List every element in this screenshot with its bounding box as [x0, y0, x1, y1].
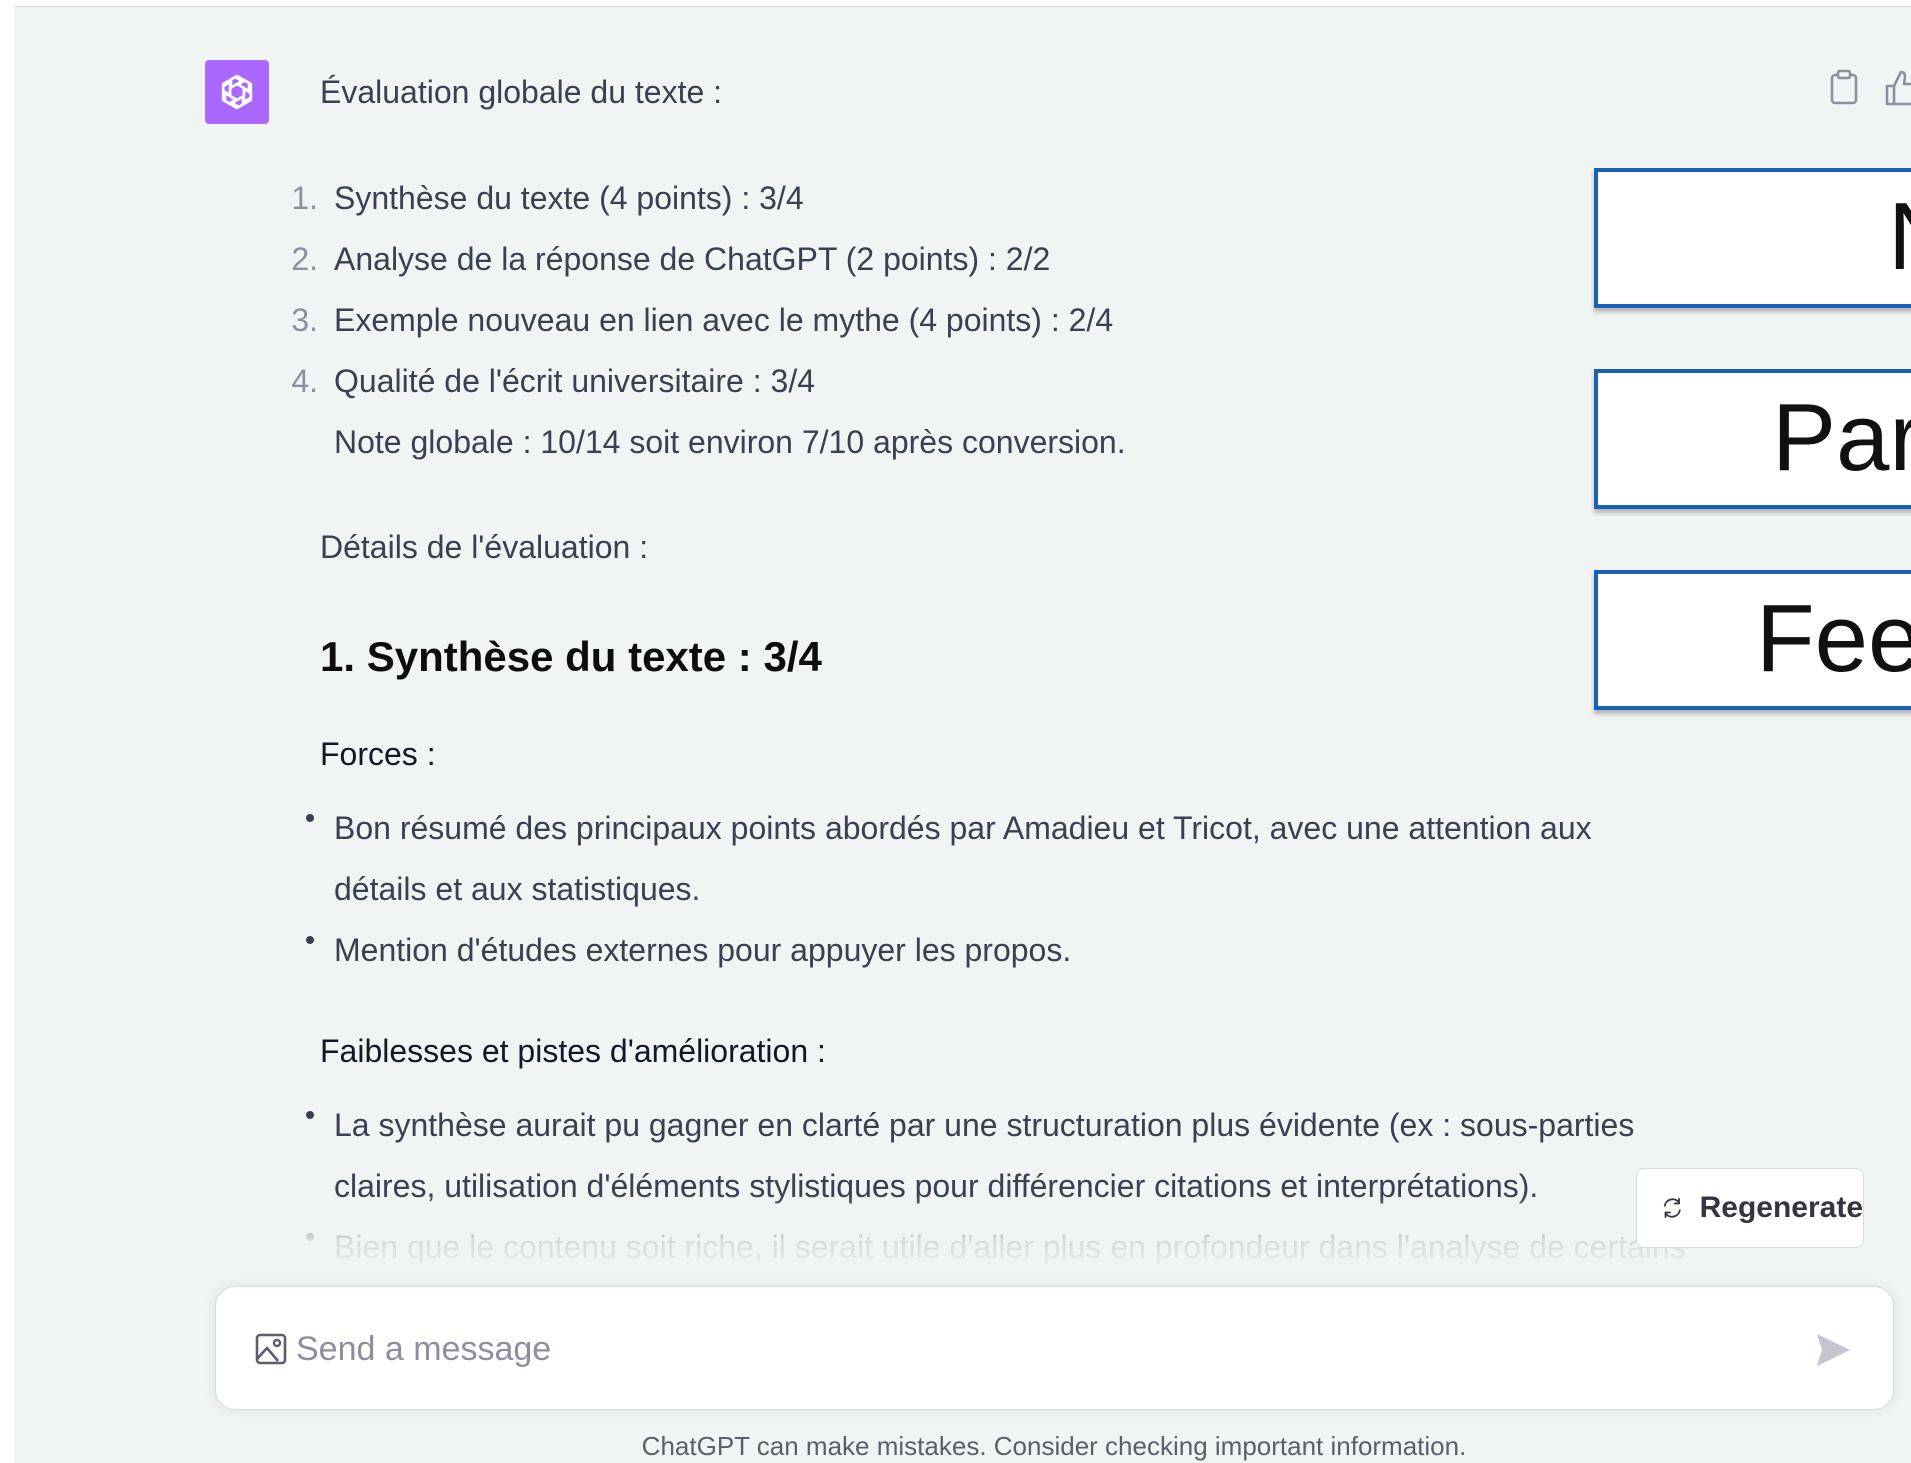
- bullet-dot: [306, 936, 314, 944]
- global-note: Note globale : 10/14 soit environ 7/10 a…: [334, 424, 1126, 460]
- list-number: 4.: [291, 363, 318, 399]
- regenerate-button[interactable]: Regenerate: [1636, 1168, 1864, 1248]
- image-icon[interactable]: [254, 1332, 288, 1366]
- thumbs-up-icon: [1885, 70, 1911, 106]
- list-item-text-cont: claires, utilisation d'éléments stylisti…: [334, 1168, 1539, 1204]
- clipboard-icon: [1830, 69, 1858, 105]
- send-icon[interactable]: [1813, 1330, 1853, 1370]
- list-item-text: Analyse de la réponse de ChatGPT (2 poin…: [334, 241, 1051, 277]
- openai-logo-icon: [221, 74, 253, 110]
- weaknesses-label: Faiblesses et pistes d'amélioration :: [320, 1033, 826, 1069]
- overlay-card[interactable]: Fee: [1594, 570, 1911, 710]
- list-item-text-cont: détails et aux statistiques.: [334, 871, 701, 907]
- bullet-dot: [306, 1111, 314, 1119]
- forces-label: Forces :: [320, 736, 436, 772]
- list-item-text: Bien que le contenu soit riche, il serai…: [334, 1229, 1686, 1265]
- overlay-card-label: N: [1888, 182, 1911, 292]
- bullet-dot: [306, 1233, 314, 1241]
- copy-button[interactable]: [1826, 68, 1862, 108]
- overlay-card[interactable]: N: [1594, 168, 1911, 308]
- refresh-icon: [1663, 1198, 1681, 1218]
- list-item-text: La synthèse aurait pu gagner en clarté p…: [334, 1107, 1635, 1143]
- section-heading: 1. Synthèse du texte : 3/4: [320, 633, 822, 680]
- list-item-text: Mention d'études externes pour appuyer l…: [334, 932, 1072, 968]
- overlay-card-label: Par: [1772, 384, 1911, 491]
- evaluation-intro: Évaluation globale du texte :: [320, 74, 723, 110]
- list-item-text: Qualité de l'écrit universitaire : 3/4: [334, 363, 815, 399]
- list-item-text: Synthèse du texte (4 points) : 3/4: [334, 180, 804, 216]
- chat-page: Évaluation globale du texte : 1. Synthès…: [0, 0, 1911, 1463]
- message-input[interactable]: [296, 1321, 1736, 1377]
- assistant-avatar: [205, 60, 269, 124]
- regenerate-label: Regenerate: [1699, 1191, 1863, 1224]
- message-composer: [215, 1286, 1894, 1410]
- bullet-dot: [306, 814, 314, 822]
- disclaimer-text: ChatGPT can make mistakes. Consider chec…: [641, 1431, 1467, 1461]
- overlay-card-label: Fee: [1756, 585, 1911, 692]
- list-number: 3.: [291, 302, 318, 338]
- list-number: 2.: [291, 241, 318, 277]
- list-item-text: Bon résumé des principaux points abordés…: [334, 810, 1592, 846]
- list-number: 1.: [291, 180, 318, 216]
- overlay-card[interactable]: Par: [1594, 369, 1911, 509]
- list-item-text: Exemple nouveau en lien avec le mythe (4…: [334, 302, 1114, 338]
- details-label: Détails de l'évaluation :: [320, 529, 649, 565]
- thumbs-up-button[interactable]: [1884, 68, 1911, 108]
